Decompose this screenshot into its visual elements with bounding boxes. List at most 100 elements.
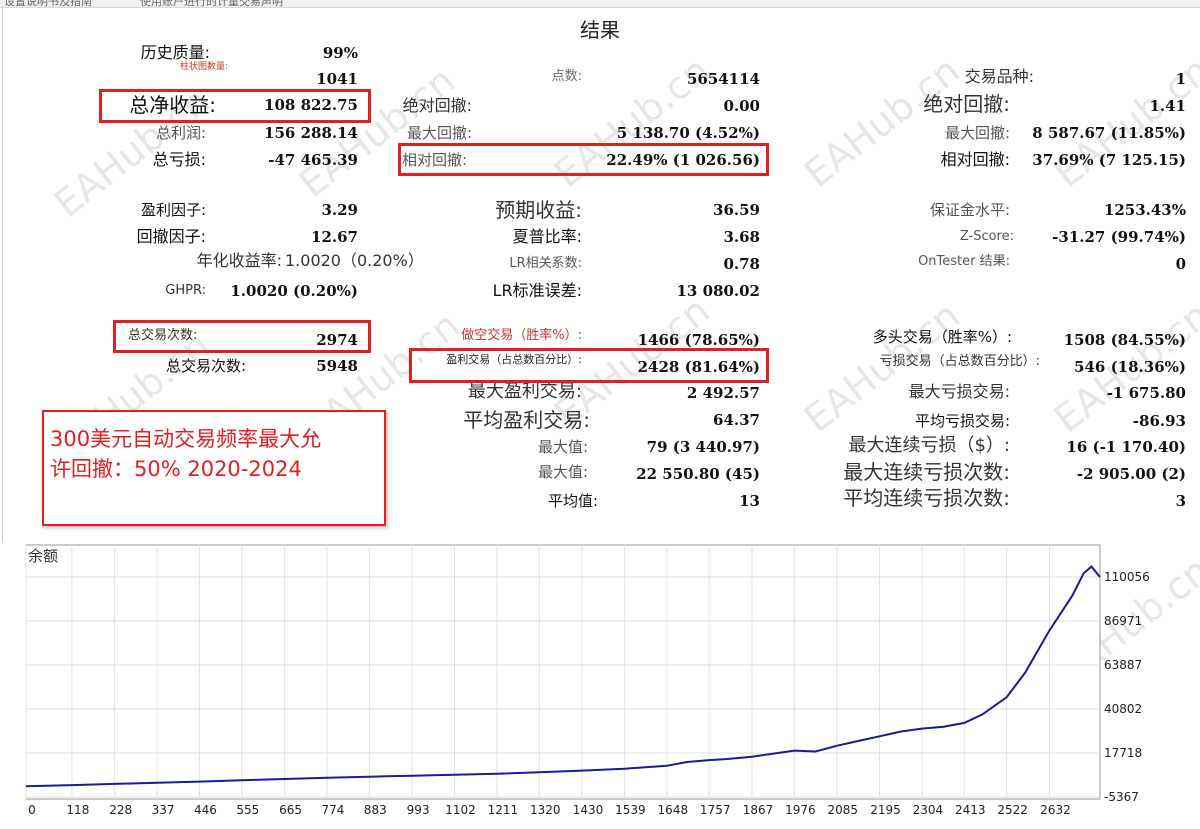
- ticks-value: 5654114: [686, 70, 760, 88]
- abs-drawdown-label-2: 绝对回撤:: [923, 92, 1010, 116]
- bars-value: 1041: [316, 70, 358, 88]
- ahpr-value: 1.0020（0.20%）: [285, 251, 424, 270]
- short-trades-label: 做空交易（胜率%）:: [461, 328, 582, 343]
- symbols-label: 交易品种:: [964, 67, 1034, 86]
- chart-title: 余额: [28, 547, 58, 565]
- x-tick-label: 1757: [700, 803, 731, 817]
- y-tick-label: 86971: [1104, 614, 1142, 628]
- x-tick-label: 0: [28, 803, 36, 817]
- recovery-factor-value: 12.67: [311, 228, 358, 246]
- y-tick-label: -5367: [1104, 790, 1139, 804]
- max-drawdown-label: 最大回撤:: [406, 124, 472, 142]
- total-deals-label: 总交易次数:: [165, 357, 246, 375]
- y-tick-label: 110056: [1104, 570, 1150, 584]
- x-tick-label: 1648: [658, 803, 689, 817]
- x-tick-label: 337: [152, 803, 175, 817]
- lr-std-error-label: LR标准误差:: [492, 281, 582, 300]
- lr-correlation-value: 0.78: [723, 255, 760, 273]
- bars-label: 柱状图数量:: [179, 62, 228, 72]
- max-drawdown-value: 5 138.70 (4.52%): [616, 124, 760, 142]
- abs-drawdown-label: 绝对回撤:: [402, 96, 472, 115]
- gross-profit-value: 156 288.14: [264, 124, 358, 142]
- avg-consec-losses-value: 3: [1175, 492, 1186, 510]
- rel-drawdown-label-2: 相对回撤:: [940, 150, 1010, 169]
- y-axis-ticks: 110056 86971 63887 40802 17718 -5367: [1104, 570, 1150, 804]
- expected-payoff-value: 36.59: [713, 201, 760, 219]
- zscore-value: -31.27 (99.74%): [1052, 228, 1186, 246]
- chart-plot-area: [25, 544, 1101, 800]
- loss-trades-value: 546 (18.36%): [1074, 358, 1186, 376]
- x-tick-label: 1539: [615, 803, 646, 817]
- page-title: 结果: [580, 18, 620, 42]
- expected-payoff-label: 预期收益:: [495, 198, 582, 222]
- max-drawdown-label-2: 最大回撤:: [944, 124, 1010, 142]
- x-tick-label: 446: [194, 803, 217, 817]
- ahpr-label: 年化收益率:: [196, 251, 282, 270]
- gross-loss-label: 总亏损:: [152, 150, 206, 169]
- annotation-note: 300美元自动交易频率最大允 许回撤：50% 2020-2024: [42, 410, 386, 526]
- avg-consec-losses-label: 平均连续亏损次数:: [843, 486, 1010, 510]
- recovery-factor-label: 回撤因子:: [136, 227, 206, 246]
- x-tick-label: 228: [109, 803, 132, 817]
- avg-loss-value: -86.93: [1132, 412, 1186, 430]
- x-tick-label: 1102: [445, 803, 476, 817]
- sharpe-value: 3.68: [723, 228, 760, 246]
- gross-profit-label: 总利润:: [155, 124, 206, 142]
- largest-loss-label: 最大亏损交易:: [908, 382, 1010, 401]
- largest-profit-label: 最大盈利交易:: [467, 381, 582, 402]
- profit-factor-value: 3.29: [321, 201, 358, 219]
- largest-profit-value: 2 492.57: [686, 384, 760, 402]
- ticks-label: 点数:: [551, 69, 582, 84]
- x-tick-label: 1211: [488, 803, 519, 817]
- max-consec-losses-value: 16 (-1 170.40): [1066, 438, 1186, 456]
- y-tick-label: 63887: [1104, 658, 1142, 672]
- short-trades-value: 1466 (78.65%): [637, 331, 760, 349]
- balance-chart: 余额 0 118 228 337 446 555 665 774 883 993 1102 1211 1…: [25, 544, 1150, 817]
- x-tick-label: 1320: [530, 803, 561, 817]
- avg-consec-wins-label: 平均值:: [547, 492, 598, 510]
- x-tick-label: 993: [407, 803, 430, 817]
- avg-profit-label: 平均盈利交易:: [463, 408, 590, 432]
- x-axis-ticks: 0 118 228 337 446 555 665 774 883 993 1102 1211 1320…: [28, 803, 1071, 817]
- y-tick-label: 40802: [1104, 702, 1142, 716]
- note-line-2: 许回撤：50% 2020-2024: [50, 457, 302, 481]
- x-tick-label: 2195: [870, 803, 901, 817]
- x-tick-label: 2632: [1040, 803, 1071, 817]
- x-tick-label: 118: [66, 803, 89, 817]
- max-consec-profit-value: 22 550.80 (45): [636, 465, 760, 483]
- x-tick-label: 1430: [573, 803, 604, 817]
- zscore-label: Z-Score:: [959, 229, 1014, 244]
- highlight-net-profit: [99, 89, 371, 123]
- x-tick-label: 2413: [955, 803, 986, 817]
- y-tick-label: 17718: [1104, 746, 1142, 760]
- max-consec-losses-label: 最大连续亏损（$）:: [848, 435, 1010, 456]
- long-trades-label: 多头交易（胜率%）:: [872, 328, 1012, 346]
- history-quality-value: 99%: [322, 44, 358, 62]
- max-consec-profit-label: 最大值:: [537, 463, 588, 481]
- max-consec-loss-count-value: -2 905.00 (2): [1076, 465, 1186, 483]
- abs-drawdown-value-2: 1.41: [1149, 97, 1186, 115]
- largest-loss-value: -1 675.80: [1106, 384, 1186, 402]
- note-line-1: 300美元自动交易频率最大允: [50, 427, 322, 451]
- total-deals-value: 5948: [316, 357, 358, 375]
- avg-profit-value: 64.37: [713, 411, 760, 429]
- x-tick-label: 2085: [827, 803, 858, 817]
- ontester-value: 0: [1175, 255, 1186, 273]
- highlight-profit-trades: [409, 348, 769, 383]
- avg-consec-wins-value: 13: [739, 492, 760, 510]
- lr-std-error-value: 13 080.02: [676, 282, 760, 300]
- abs-drawdown-value: 0.00: [723, 97, 760, 115]
- x-tick-label: 1976: [785, 803, 816, 817]
- x-tick-label: 1867: [743, 803, 774, 817]
- gross-loss-value: -47 465.39: [268, 151, 358, 169]
- max-consec-loss-count-label: 最大连续亏损次数:: [843, 460, 1010, 484]
- margin-level-value: 1253.43%: [1103, 201, 1186, 219]
- profit-factor-label: 盈利因子:: [140, 201, 206, 219]
- highlight-rel-drawdown: [398, 143, 769, 176]
- max-consec-wins-value: 79 (3 440.97): [646, 438, 760, 456]
- symbols-value: 1: [1175, 70, 1186, 88]
- ghpr-value: 1.0020 (0.20%): [230, 282, 358, 300]
- x-tick-label: 774: [322, 803, 345, 817]
- margin-level-label: 保证金水平:: [929, 201, 1010, 219]
- sharpe-label: 夏普比率:: [512, 227, 582, 246]
